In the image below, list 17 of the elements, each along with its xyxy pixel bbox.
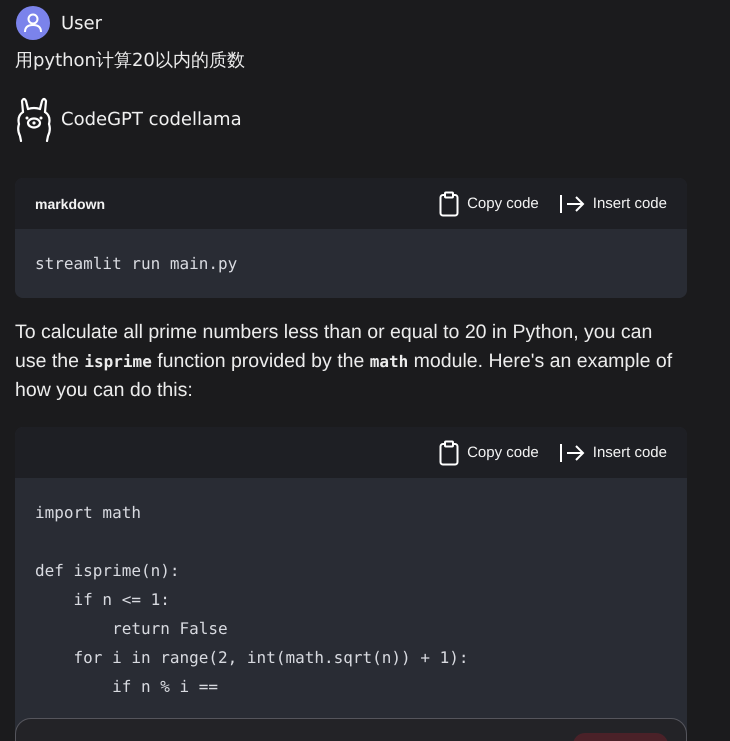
insert-code-button[interactable]: Insert code	[558, 440, 667, 466]
llama-icon	[15, 96, 53, 142]
copy-code-button[interactable]: Copy code	[439, 440, 539, 466]
clipboard-icon	[439, 190, 460, 216]
code-text: import math def isprime(n): if n <= 1: return False for i in range(2, int(math.sqrt(n)) + 1): if n % i ==	[34, 502, 470, 698]
user-avatar-icon	[16, 6, 50, 40]
clipboard-icon	[439, 440, 460, 466]
insert-code-button[interactable]: Insert code	[558, 190, 667, 216]
author-name: User	[61, 12, 102, 34]
author-name: CodeGPT codellama	[61, 108, 242, 130]
answer-paragraph: To calculate all prime numbers less than or equal to 20 in Python, you can use the isprime function provided by the math module. Here's an example of how you can do this:	[15, 320, 674, 403]
code-language: markdown	[35, 196, 106, 212]
insert-arrow-icon	[558, 194, 585, 214]
code-text: streamlit run main.py	[34, 253, 238, 275]
copy-code-button[interactable]: Copy code	[439, 190, 539, 216]
insert-arrow-icon	[558, 442, 585, 462]
user-message: 用python计算20以内的质数	[15, 49, 246, 72]
